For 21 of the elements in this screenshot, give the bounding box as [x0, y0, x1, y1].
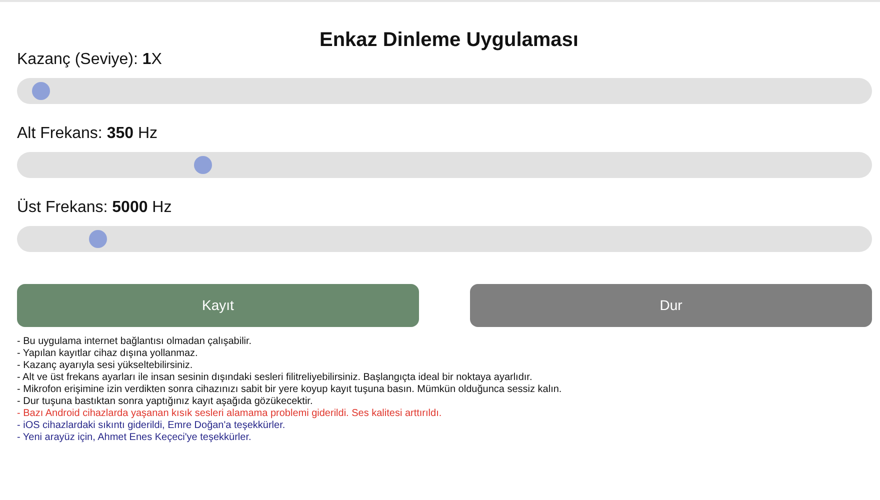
slider-thumb[interactable]	[194, 156, 212, 174]
info-line: - Alt ve üst frekans ayarları ile insan sesinin dışındaki sesleri filitreliyebilirsiniz. Başlangıçta ideal bir noktaya ayarlıdır.	[17, 372, 532, 384]
slider-thumb[interactable]	[89, 230, 108, 248]
info-line: - Dur tuşuna bastıktan sonra yaptığınız kayıt aşağıda gözükecektir.	[17, 396, 313, 408]
info-line: - iOS cihazlardaki sıkıntı giderildi, Emre Doğan'a teşekkürler.	[17, 420, 286, 432]
info-line: - Mikrofon erişimine izin verdikten sonra cihazınızı sabit bir yere koyup kayıt tuşuna basın. Mümkün olduğunca sessiz kalın.	[17, 384, 562, 396]
slider-label: Alt Frekans: 350 Hz	[17, 124, 158, 144]
slider-label: Üst Frekans: 5000 Hz	[17, 198, 172, 218]
info-line: - Bazı Android cihazlarda yaşanan kısık sesleri alamama problemi giderildi. Ses kalitesi arttırıldı.	[17, 408, 442, 420]
record-button[interactable]: Kayıt	[17, 284, 419, 327]
app-title: Enkaz Dinleme Uygulaması	[318, 28, 580, 52]
info-line: - Bu uygulama internet bağlantısı olmadan çalışabilir.	[17, 336, 252, 348]
slider-track[interactable]	[17, 78, 872, 104]
stop-button[interactable]: Dur	[470, 284, 872, 327]
info-line: - Kazanç ayarıyla sesi yükseltebilirsiniz.	[17, 360, 193, 372]
info-line: - Yeni arayüz için, Ahmet Enes Keçeci'ye teşekkürler.	[17, 432, 252, 444]
slider-thumb[interactable]	[32, 82, 50, 100]
slider-label: Kazanç (Seviye): 1X	[17, 50, 162, 70]
slider-track[interactable]	[17, 152, 872, 178]
info-line: - Yapılan kayıtlar cihaz dışına yollanmaz.	[17, 348, 198, 360]
slider-track[interactable]	[17, 226, 872, 252]
